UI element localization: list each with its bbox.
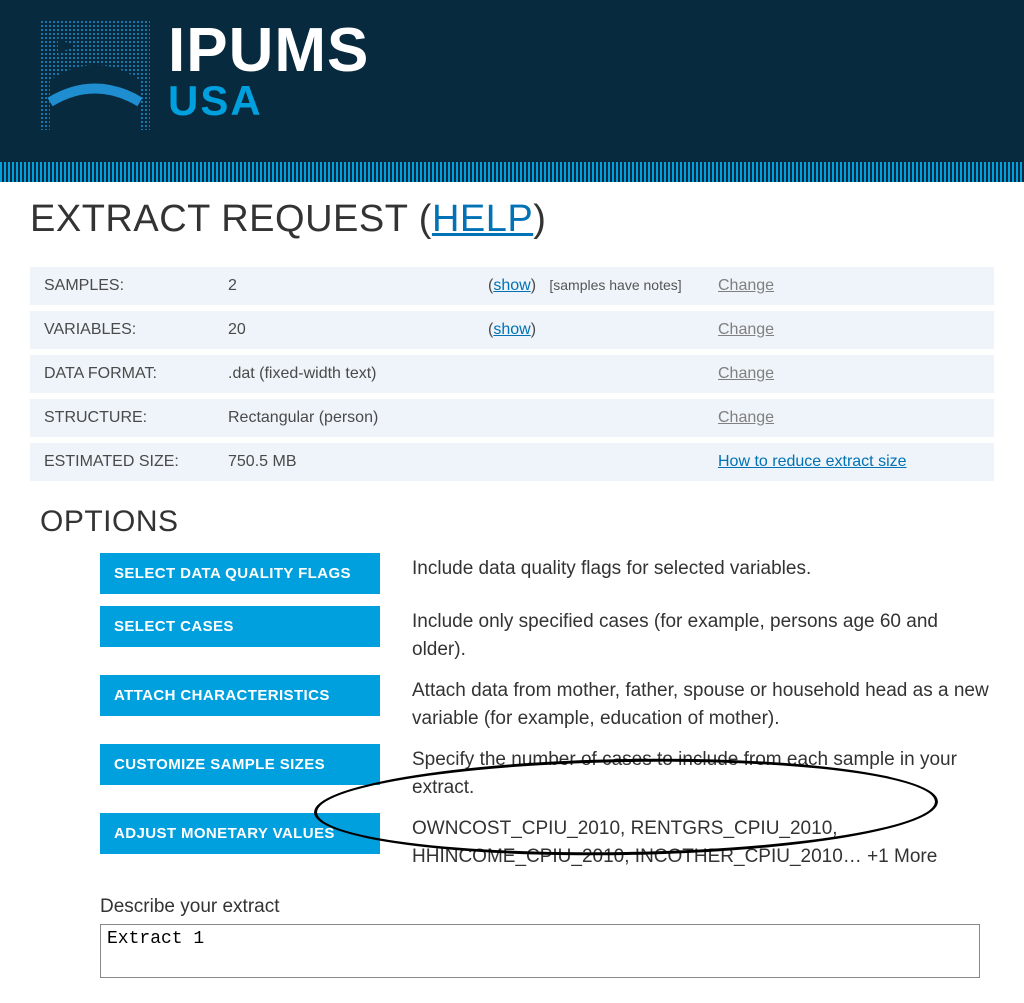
logo-icon — [40, 20, 150, 130]
decorative-number-band — [0, 160, 1024, 182]
show-link[interactable]: show — [493, 277, 530, 294]
table-row: DATA FORMAT: .dat (fixed-width text) Cha… — [30, 355, 994, 393]
row-label: VARIABLES: — [30, 311, 220, 349]
row-value: 750.5 MB — [220, 443, 480, 481]
row-label: ESTIMATED SIZE: — [30, 443, 220, 481]
change-link[interactable]: Change — [718, 321, 774, 338]
row-value: Rectangular (person) — [220, 399, 480, 437]
table-row: VARIABLES: 20 (show) Change — [30, 311, 994, 349]
row-note: [samples have notes] — [549, 277, 681, 293]
row-value: .dat (fixed-width text) — [220, 355, 480, 393]
row-value: 20 — [220, 311, 480, 349]
reduce-size-link[interactable]: How to reduce extract size — [718, 453, 907, 470]
select-data-quality-flags-button[interactable]: SELECT DATA QUALITY FLAGS — [100, 553, 380, 594]
adjust-monetary-values-button[interactable]: ADJUST MONETARY VALUES — [100, 813, 380, 854]
option-row: SELECT DATA QUALITY FLAGS Include data q… — [100, 553, 994, 594]
describe-extract-input[interactable] — [100, 924, 980, 978]
option-row: CUSTOMIZE SAMPLE SIZES Specify the numbe… — [100, 744, 994, 801]
table-row: SAMPLES: 2 (show) [samples have notes] C… — [30, 267, 994, 305]
option-row: ATTACH CHARACTERISTICS Attach data from … — [100, 675, 994, 732]
row-label: STRUCTURE: — [30, 399, 220, 437]
option-desc: Specify the number of cases to include f… — [412, 744, 992, 801]
options-area: SELECT DATA QUALITY FLAGS Include data q… — [30, 553, 994, 870]
describe-label: Describe your extract — [100, 896, 994, 918]
options-heading: OPTIONS — [40, 505, 994, 539]
row-label: DATA FORMAT: — [30, 355, 220, 393]
row-label: SAMPLES: — [30, 267, 220, 305]
select-cases-button[interactable]: SELECT CASES — [100, 606, 380, 647]
option-desc: Include only specified cases (for exampl… — [412, 606, 992, 663]
change-link[interactable]: Change — [718, 277, 774, 294]
option-desc: Attach data from mother, father, spouse … — [412, 675, 992, 732]
change-link[interactable]: Change — [718, 409, 774, 426]
extract-summary-table: SAMPLES: 2 (show) [samples have notes] C… — [30, 261, 994, 487]
option-row: ADJUST MONETARY VALUES OWNCOST_CPIU_2010… — [100, 813, 994, 870]
customize-sample-sizes-button[interactable]: CUSTOMIZE SAMPLE SIZES — [100, 744, 380, 785]
attach-characteristics-button[interactable]: ATTACH CHARACTERISTICS — [100, 675, 380, 716]
row-value: 2 — [220, 267, 480, 305]
site-header: IPUMS USA — [0, 0, 1024, 160]
help-link[interactable]: HELP — [432, 198, 533, 240]
brand-logo[interactable]: IPUMS USA — [40, 20, 984, 130]
change-link[interactable]: Change — [718, 365, 774, 382]
logo-main-text: IPUMS — [168, 20, 369, 82]
page-title-prefix: EXTRACT REQUEST ( — [30, 198, 432, 240]
option-desc: Include data quality flags for selected … — [412, 553, 811, 583]
option-desc: OWNCOST_CPIU_2010, RENTGRS_CPIU_2010, HH… — [412, 813, 992, 870]
page-title-suffix: ) — [533, 198, 546, 240]
page-title: EXTRACT REQUEST (HELP) — [30, 198, 994, 241]
show-link[interactable]: show — [493, 321, 530, 338]
logo-sub-text: USA — [168, 80, 369, 122]
table-row: ESTIMATED SIZE: 750.5 MB How to reduce e… — [30, 443, 994, 481]
option-row: SELECT CASES Include only specified case… — [100, 606, 994, 663]
table-row: STRUCTURE: Rectangular (person) Change — [30, 399, 994, 437]
